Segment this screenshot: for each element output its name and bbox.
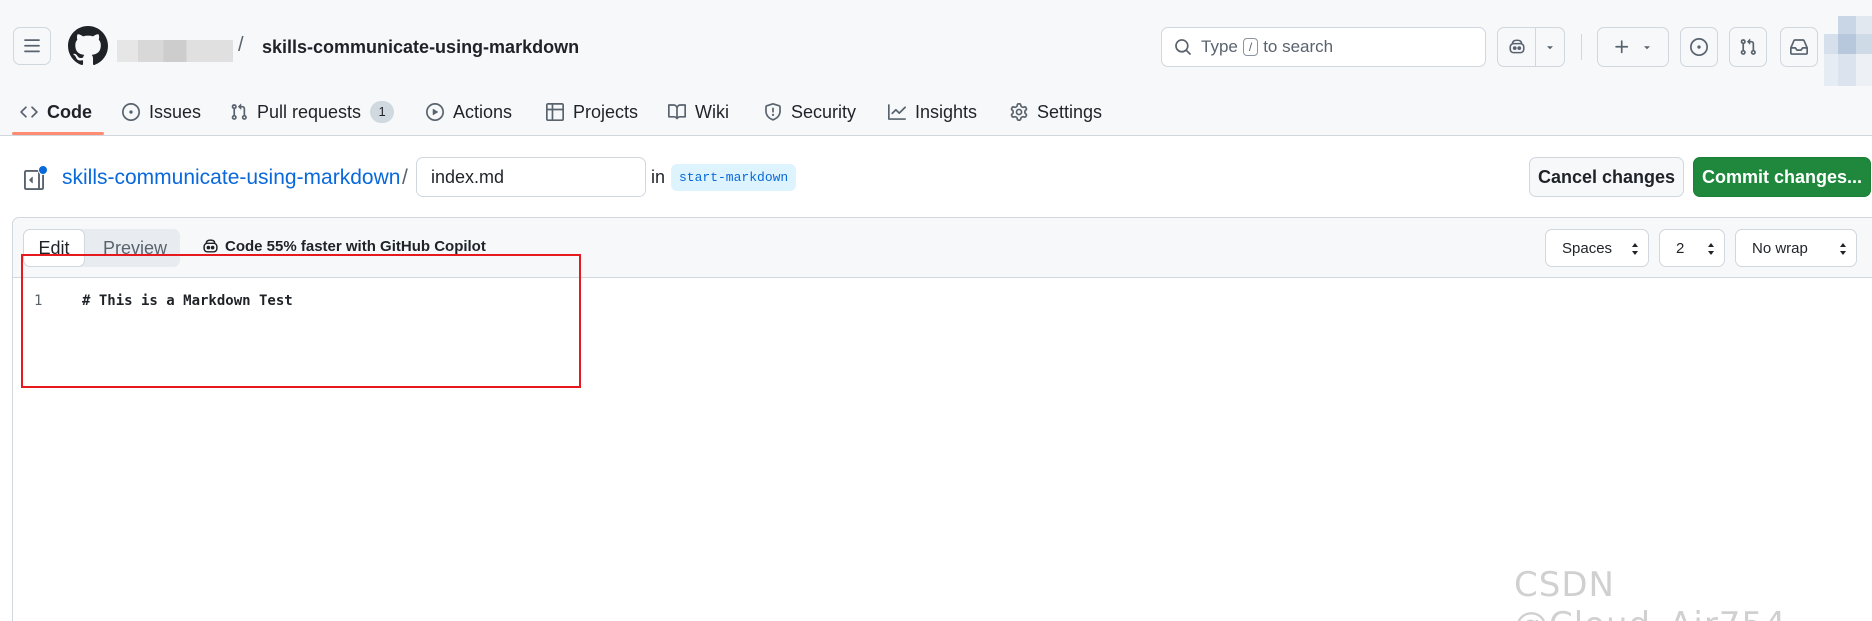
commit-changes-button[interactable]: Commit changes... xyxy=(1693,157,1871,197)
select-arrows-icon xyxy=(1708,243,1714,255)
tab-wiki[interactable]: Wiki xyxy=(668,88,729,136)
tab-wiki-label: Wiki xyxy=(695,101,729,122)
triangle-down-icon xyxy=(1644,46,1650,50)
issue-opened-icon xyxy=(1690,38,1708,56)
path-separator: / xyxy=(238,34,244,56)
tab-pull-requests[interactable]: Pull requests 1 xyxy=(230,88,395,136)
inbox-icon xyxy=(1790,39,1808,55)
repo-navigation: Code Issues Pull requests 1 Actions Proj… xyxy=(0,88,1872,136)
file-tree-toggle-button[interactable] xyxy=(22,165,50,193)
tab-security-label: Security xyxy=(791,101,857,122)
your-pull-requests-button[interactable] xyxy=(1729,27,1767,67)
header-divider xyxy=(1581,34,1582,60)
branch-badge[interactable]: start-markdown xyxy=(671,164,797,191)
tab-issues[interactable]: Issues xyxy=(122,88,201,136)
plus-icon xyxy=(1615,40,1629,54)
select-arrows-icon xyxy=(1632,243,1638,255)
create-new-button[interactable] xyxy=(1597,27,1669,67)
search-icon xyxy=(1175,39,1191,55)
tab-security[interactable]: Security xyxy=(764,88,856,136)
code-icon xyxy=(20,106,38,118)
active-tab-underline xyxy=(12,132,104,135)
tab-issues-label: Issues xyxy=(149,101,202,122)
menu-button[interactable] xyxy=(13,27,51,65)
git-pull-request-icon xyxy=(231,103,247,120)
search-input[interactable]: Type / to search xyxy=(1161,27,1486,67)
owner-name-redacted[interactable] xyxy=(117,40,233,62)
copilot-button[interactable] xyxy=(1498,28,1536,66)
copilot-button-group xyxy=(1497,27,1565,67)
notifications-button[interactable] xyxy=(1780,27,1818,67)
copilot-promo-text: Code 55% faster with GitHub Copilot xyxy=(225,238,486,255)
your-issues-button[interactable] xyxy=(1680,27,1718,67)
search-shortcut-key: / xyxy=(1242,38,1259,56)
tab-settings-label: Settings xyxy=(1037,101,1103,122)
user-avatar[interactable] xyxy=(1824,16,1872,86)
indent-size-value: 2 xyxy=(1676,239,1685,257)
global-header: / skills-communicate-using-markdown Type… xyxy=(0,0,1872,136)
shield-icon xyxy=(765,103,781,121)
issue-opened-icon xyxy=(122,103,140,121)
tab-settings[interactable]: Settings xyxy=(1010,88,1102,136)
book-icon xyxy=(668,104,686,120)
tab-code-label: Code xyxy=(47,101,92,122)
tab-insights-label: Insights xyxy=(915,101,978,122)
select-arrows-icon xyxy=(1840,243,1846,255)
copilot-promo-link[interactable]: Code 55% faster with GitHub Copilot xyxy=(202,238,486,255)
notification-dot xyxy=(38,165,48,175)
pull-requests-count: 1 xyxy=(370,101,395,123)
git-pull-request-icon xyxy=(1740,38,1756,55)
triangle-down-icon xyxy=(1547,46,1553,50)
copilot-dropdown-button[interactable] xyxy=(1536,28,1564,66)
hamburger-icon xyxy=(24,39,40,53)
tab-actions[interactable]: Actions xyxy=(426,88,512,136)
breadcrumb-repo-link[interactable]: skills-communicate-using-markdown xyxy=(62,166,400,190)
tab-code[interactable]: Code xyxy=(20,88,92,136)
play-icon xyxy=(426,103,444,121)
gear-icon xyxy=(1010,103,1028,121)
repo-name-link[interactable]: skills-communicate-using-markdown xyxy=(262,37,579,58)
tab-insights[interactable]: Insights xyxy=(888,88,977,136)
line-wrap-value: No wrap xyxy=(1752,239,1808,257)
cancel-changes-button[interactable]: Cancel changes xyxy=(1529,157,1684,197)
indent-mode-select[interactable]: Spaces xyxy=(1545,229,1649,267)
tab-pull-requests-label: Pull requests xyxy=(257,101,362,122)
tab-projects-label: Projects xyxy=(573,101,639,122)
in-branch-label: in xyxy=(651,167,666,187)
table-icon xyxy=(546,103,564,121)
copilot-icon xyxy=(1508,39,1525,54)
search-placeholder-suffix: to search xyxy=(1263,37,1334,56)
github-logo-icon[interactable] xyxy=(68,26,108,66)
annotation-highlight-box xyxy=(21,254,581,388)
indent-mode-value: Spaces xyxy=(1562,239,1613,257)
line-wrap-select[interactable]: No wrap xyxy=(1735,229,1857,267)
filename-input[interactable] xyxy=(416,157,646,197)
copilot-icon xyxy=(203,239,218,253)
breadcrumb-separator: / xyxy=(402,166,408,189)
tab-actions-label: Actions xyxy=(453,101,513,122)
graph-icon xyxy=(888,104,906,120)
watermark-text: CSDN @Cloud_Air754 xyxy=(1514,565,1786,621)
indent-size-select[interactable]: 2 xyxy=(1659,229,1725,267)
tab-projects[interactable]: Projects xyxy=(546,88,638,136)
search-placeholder-prefix: Type xyxy=(1201,37,1238,56)
